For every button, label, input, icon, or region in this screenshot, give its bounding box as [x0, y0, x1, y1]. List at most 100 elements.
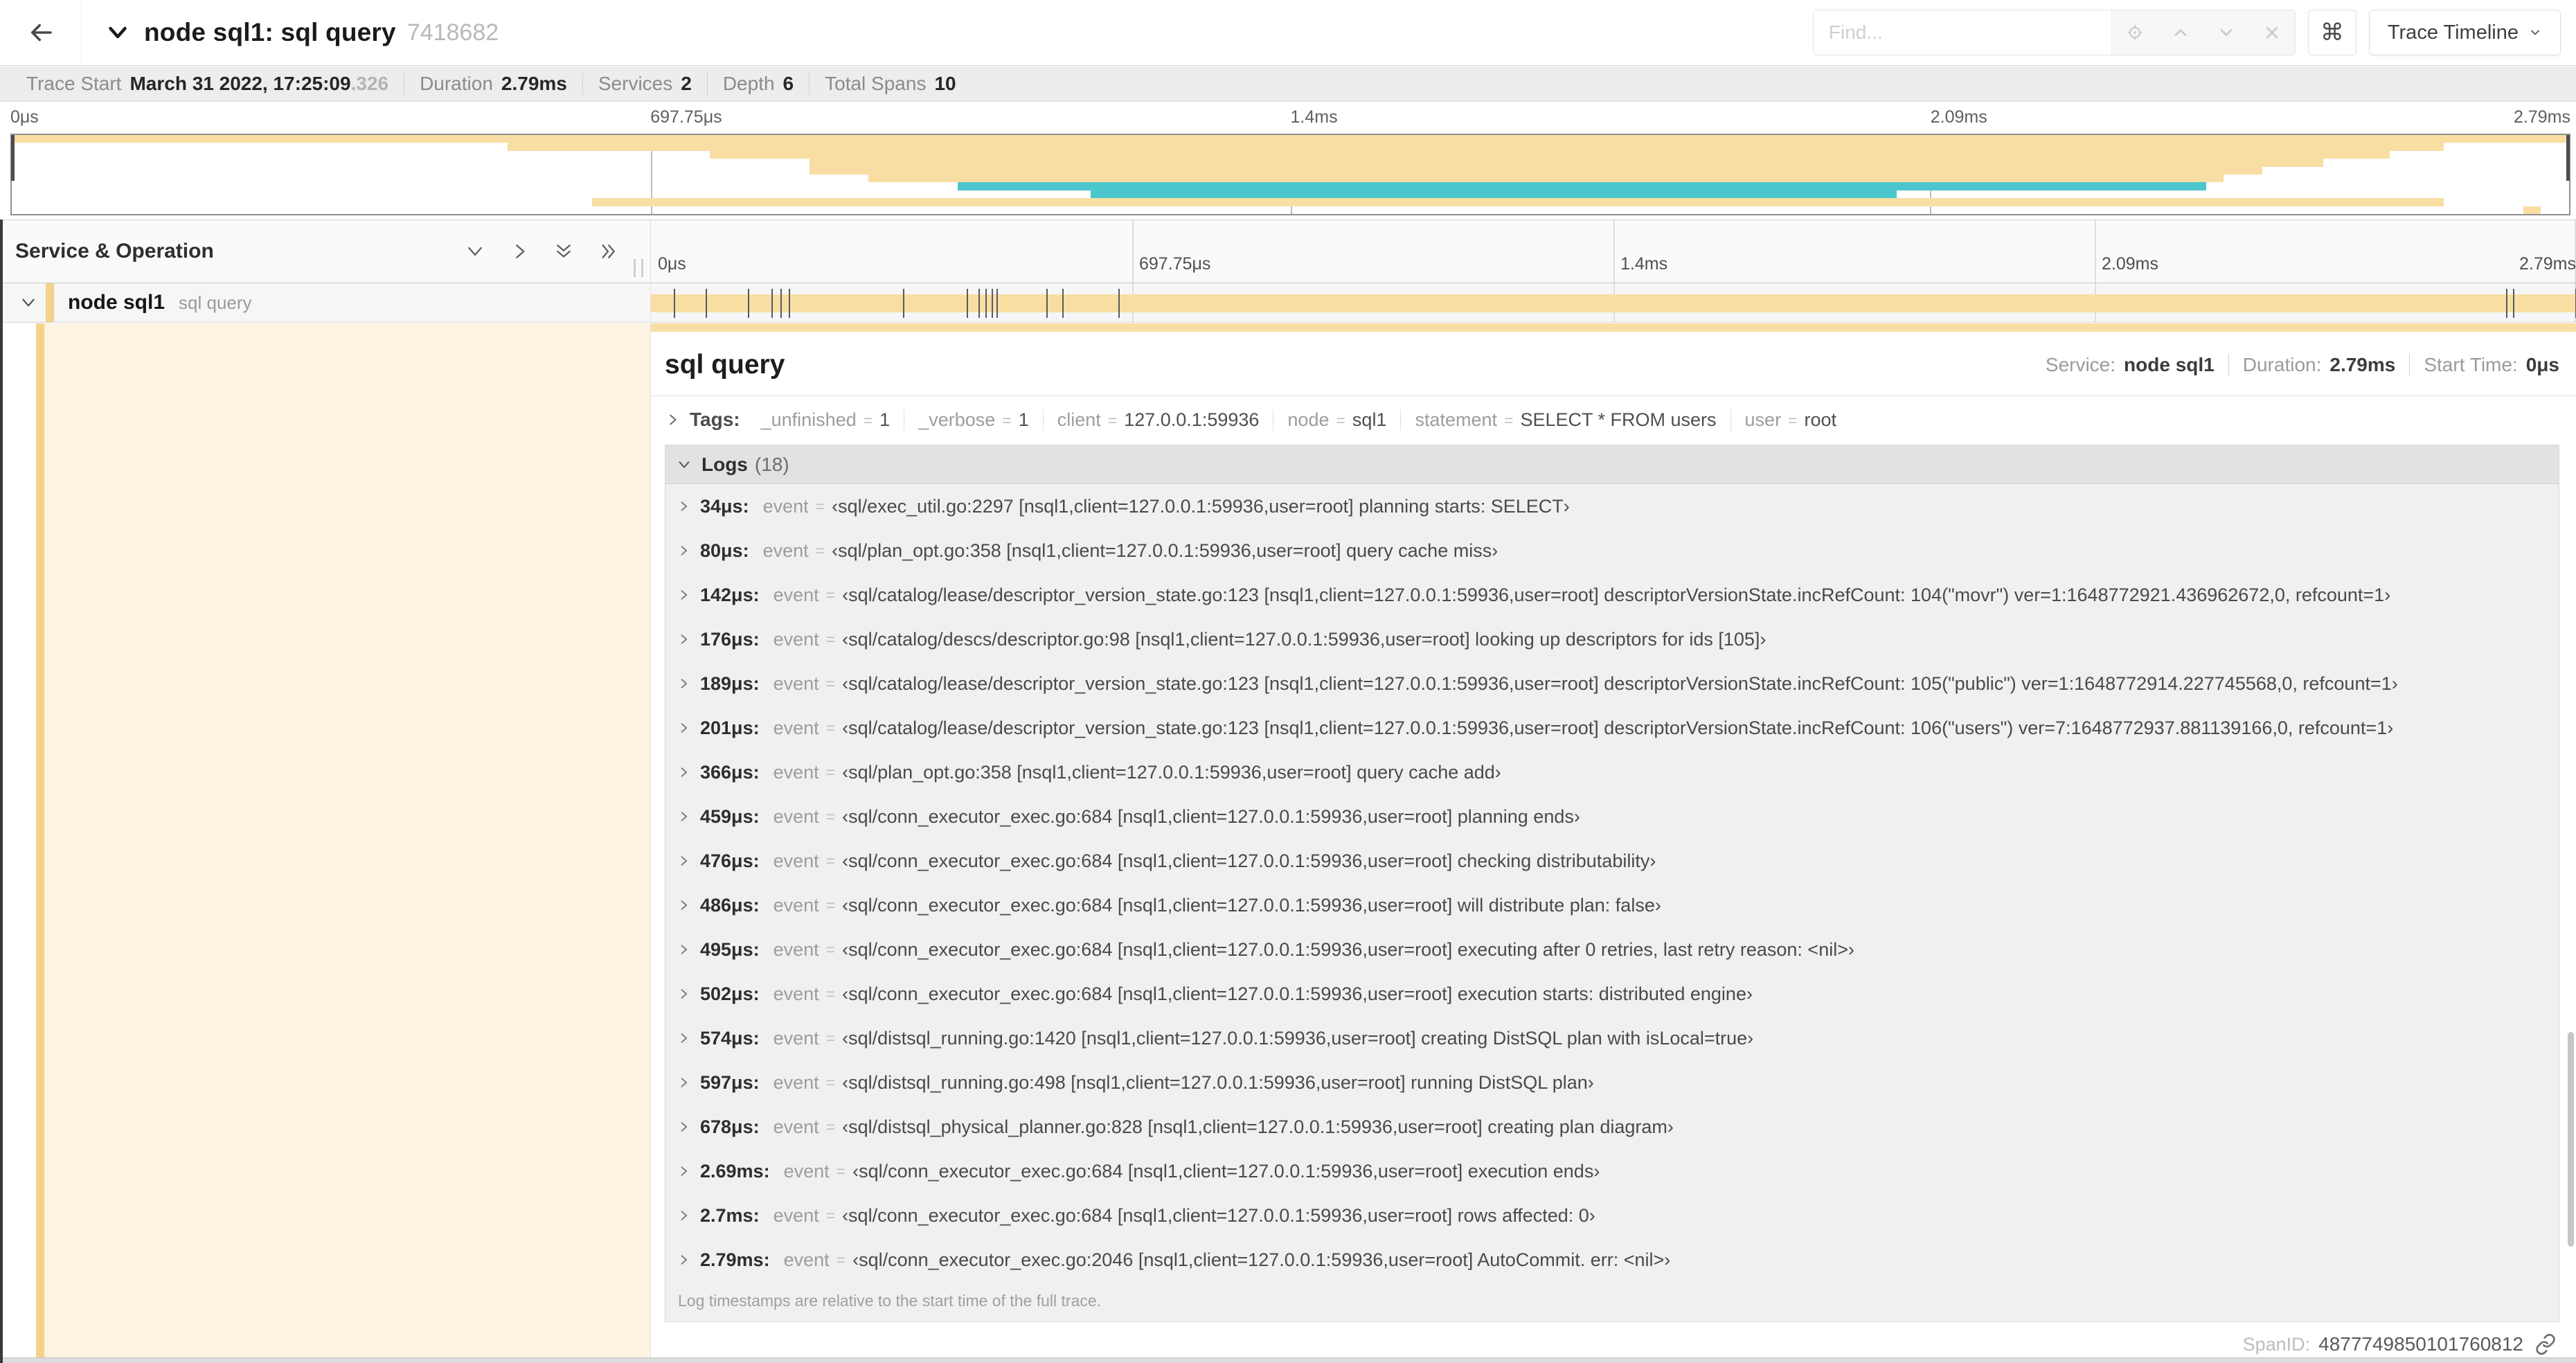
logs-list: 34μs event ‹sql/exec_util.go:2297 [nsql1…: [665, 484, 2559, 1282]
next-match-button[interactable]: [2203, 10, 2249, 55]
back-button[interactable]: [0, 0, 82, 65]
log-row[interactable]: 476μs event ‹sql/conn_executor_exec.go:6…: [665, 839, 2559, 883]
vertical-scrollbar-thumb[interactable]: [2568, 1032, 2574, 1247]
logs-collapse-chevron-down-icon: [677, 457, 692, 472]
log-row[interactable]: 34μs event ‹sql/exec_util.go:2297 [nsql1…: [665, 484, 2559, 528]
log-field-value: ‹sql/distsql_physical_planner.go:828 [ns…: [842, 1116, 1674, 1137]
log-row[interactable]: 2.7ms event ‹sql/conn_executor_exec.go:6…: [665, 1193, 2559, 1238]
log-field-key: event: [762, 540, 809, 561]
log-row[interactable]: 189μs event ‹sql/catalog/lease/descripto…: [665, 661, 2559, 706]
collapse-all-double-chevron-down-icon[interactable]: [553, 241, 574, 262]
minimap-span-bar: [508, 143, 2444, 151]
log-expand-chevron-right-icon: [677, 588, 690, 602]
span-log-tick: [902, 289, 904, 318]
chevron-down-icon: [2217, 23, 2236, 42]
detail-tinted-column: [44, 323, 650, 1363]
log-row[interactable]: 486μs event ‹sql/conn_executor_exec.go:6…: [665, 883, 2559, 927]
clear-find-button[interactable]: [2249, 10, 2295, 55]
span-duration-bar[interactable]: [651, 294, 2576, 312]
tags-label[interactable]: Tags:: [690, 409, 740, 431]
tag-key: statement: [1415, 409, 1498, 430]
log-field-value: ‹sql/conn_executor_exec.go:684 [nsql1,cl…: [842, 1204, 1595, 1226]
log-row[interactable]: 142μs event ‹sql/catalog/lease/descripto…: [665, 573, 2559, 617]
log-row[interactable]: 201μs event ‹sql/catalog/lease/descripto…: [665, 706, 2559, 750]
span-row-name-column[interactable]: node sql1 sql query: [0, 283, 651, 322]
copy-link-button[interactable]: [2534, 1333, 2557, 1355]
minimap-tick-label: 1.4ms: [1290, 107, 1338, 127]
log-row[interactable]: 678μs event ‹sql/distsql_physical_planne…: [665, 1105, 2559, 1149]
equals-separator: [819, 1074, 842, 1092]
tag-item: statement SELECT * FROM users: [1400, 409, 1730, 431]
command-icon: ⌘: [2320, 19, 2344, 46]
log-timestamp: 366μs: [700, 762, 760, 783]
find-input[interactable]: [1813, 10, 2111, 55]
log-expand-chevron-right-icon: [677, 1120, 690, 1134]
log-row[interactable]: 2.69ms event ‹sql/conn_executor_exec.go:…: [665, 1149, 2559, 1193]
trace-id: 7418682: [406, 19, 499, 46]
log-field-key: event: [773, 850, 819, 871]
prev-match-button[interactable]: [2158, 10, 2203, 55]
log-row[interactable]: 502μs event ‹sql/conn_executor_exec.go:6…: [665, 972, 2559, 1016]
minimap-left-scrubber[interactable]: [11, 135, 15, 181]
span-row-timeline[interactable]: [651, 283, 2576, 322]
log-row[interactable]: 574μs event ‹sql/distsql_running.go:1420…: [665, 1016, 2559, 1060]
log-expand-chevron-right-icon: [677, 1031, 690, 1045]
minimap-span-bar: [868, 175, 2224, 183]
tag-value: root: [1804, 409, 1837, 430]
log-row[interactable]: 80μs event ‹sql/plan_opt.go:358 [nsql1,c…: [665, 528, 2559, 573]
meta-value: 2.79ms: [2329, 354, 2396, 375]
equals-separator: [1329, 409, 1352, 431]
column-resize-grip[interactable]: [634, 259, 643, 277]
log-timestamp: 34μs: [700, 496, 749, 517]
expand-one-chevron-right-icon[interactable]: [509, 241, 530, 262]
minimap-tick-label: 2.79ms: [2514, 107, 2570, 127]
link-icon: [2534, 1333, 2557, 1355]
log-field-key: event: [773, 717, 819, 738]
minimap-right-scrubber[interactable]: [2566, 135, 2570, 181]
log-row[interactable]: 597μs event ‹sql/distsql_running.go:498 …: [665, 1060, 2559, 1105]
equals-separator: [819, 941, 842, 959]
span-log-tick: [673, 289, 675, 318]
detail-left-gutter: [0, 323, 36, 1363]
log-expand-chevron-right-icon: [677, 499, 690, 513]
trace-stat: Total Spans 10: [809, 73, 971, 95]
log-row[interactable]: 459μs event ‹sql/conn_executor_exec.go:6…: [665, 794, 2559, 839]
stat-value: 2: [681, 73, 692, 94]
minimap-canvas[interactable]: [10, 134, 2570, 215]
collapse-one-chevron-down-icon[interactable]: [465, 241, 485, 262]
span-row[interactable]: node sql1 sql query: [0, 283, 2576, 323]
equals-separator: [819, 763, 842, 782]
log-row[interactable]: 495μs event ‹sql/conn_executor_exec.go:6…: [665, 927, 2559, 972]
focus-match-button[interactable]: [2112, 10, 2158, 55]
log-field-key: event: [773, 584, 819, 605]
log-row[interactable]: 2.79ms event ‹sql/conn_executor_exec.go:…: [665, 1238, 2559, 1282]
log-expand-chevron-right-icon: [677, 1253, 690, 1267]
span-log-tick: [2506, 289, 2508, 318]
service-operation-header: Service & Operation: [0, 220, 651, 283]
span-log-tick: [985, 289, 987, 318]
log-expand-chevron-right-icon: [677, 987, 690, 1001]
trace-stat: Services 2: [582, 73, 707, 95]
top-controls: ⌘ Trace Timeline: [1812, 10, 2561, 55]
minimap-span-bar: [810, 166, 2262, 175]
tag-item: client 127.0.0.1:59936: [1042, 409, 1273, 431]
tags-expand-chevron-right-icon[interactable]: [665, 412, 680, 427]
expand-all-double-chevron-right-icon[interactable]: [598, 241, 618, 262]
log-field-value: ‹sql/exec_util.go:2297 [nsql1,client=127…: [832, 495, 1570, 517]
tag-key: client: [1057, 409, 1101, 430]
log-field-value: ‹sql/conn_executor_exec.go:684 [nsql1,cl…: [842, 850, 1656, 871]
log-row[interactable]: 176μs event ‹sql/catalog/descs/descripto…: [665, 617, 2559, 661]
view-selector-button[interactable]: Trace Timeline: [2368, 10, 2561, 55]
keyboard-shortcuts-button[interactable]: ⌘: [2307, 10, 2356, 55]
stat-value: 10: [934, 73, 956, 94]
logs-header[interactable]: Logs (18): [665, 445, 2559, 484]
collapse-trace-chevron-down-icon[interactable]: [105, 20, 130, 45]
log-row[interactable]: 366μs event ‹sql/plan_opt.go:358 [nsql1,…: [665, 750, 2559, 794]
detail-title-row[interactable]: sql query Service: node sql1 Duration: 2…: [651, 332, 2576, 396]
equals-separator: [830, 1162, 852, 1181]
stat-value: 6: [782, 73, 794, 94]
log-timestamp: 2.79ms: [700, 1249, 770, 1271]
span-collapse-chevron-down-icon[interactable]: [19, 294, 37, 312]
log-field-value: ‹sql/conn_executor_exec.go:684 [nsql1,cl…: [842, 894, 1661, 916]
timeline-tick-label: 0μs: [658, 254, 686, 274]
